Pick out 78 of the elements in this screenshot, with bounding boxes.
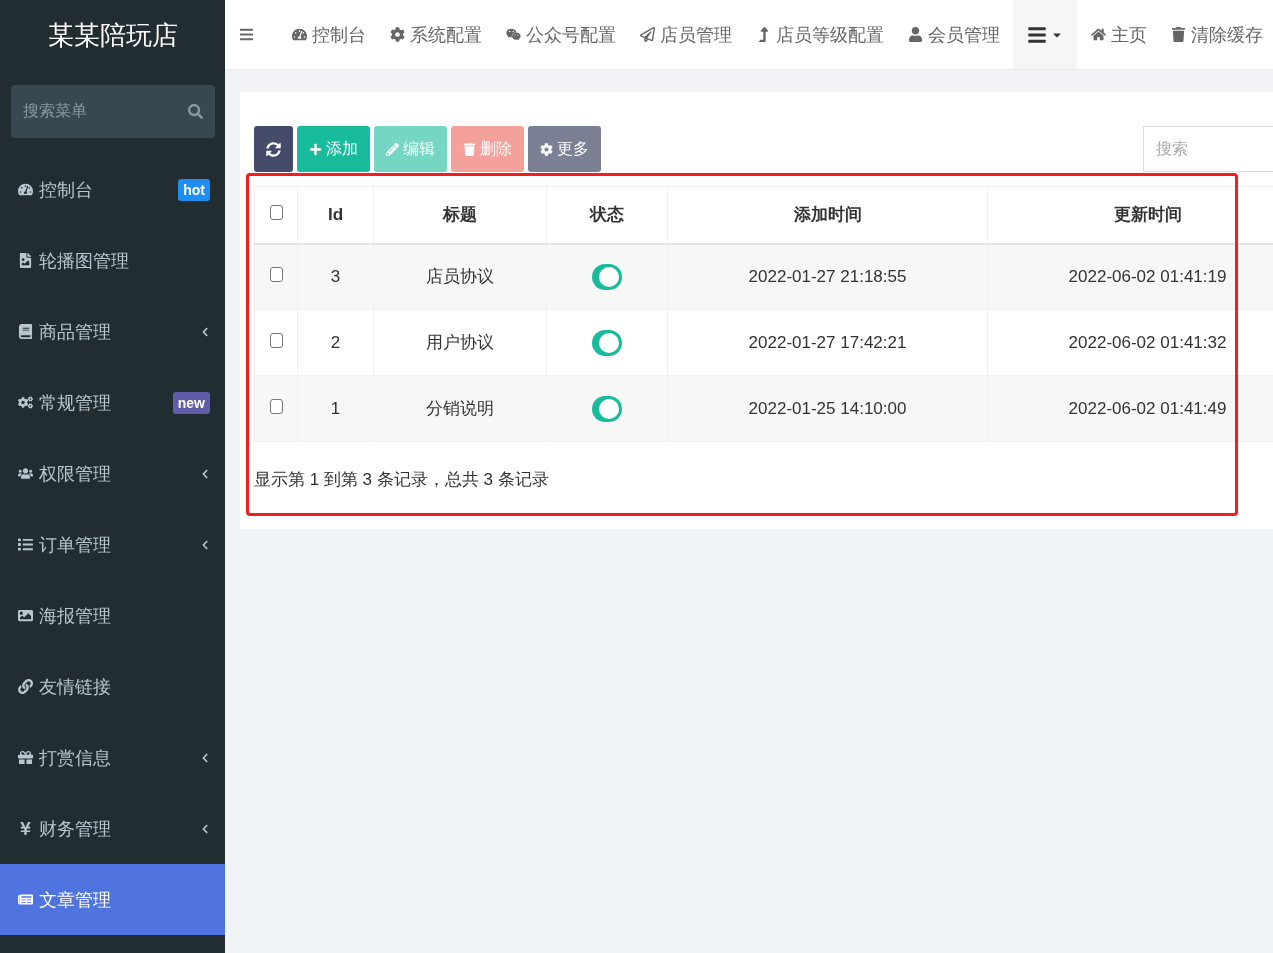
table-cell: 分销说明 [373, 375, 547, 442]
user-icon [908, 27, 923, 42]
image-file-icon [18, 253, 33, 268]
refresh-icon [266, 141, 281, 157]
picture-icon [18, 608, 33, 623]
list-icon [18, 537, 33, 552]
column-header: Id [297, 186, 374, 244]
gauge-icon [292, 27, 307, 42]
nav-link[interactable]: 清除缓存 [1161, 0, 1273, 69]
dropdown-toggle[interactable] [1013, 0, 1077, 69]
table-cell: 2022-01-25 14:10:00 [667, 375, 988, 442]
chat-icon [506, 27, 521, 42]
link-icon [18, 679, 33, 694]
nav-link[interactable]: 主页 [1077, 0, 1161, 69]
menu-icon [239, 27, 254, 42]
table-cell: 店员协议 [373, 243, 547, 310]
sidebar-item[interactable]: 文章管理 [0, 864, 225, 935]
sidebar-item[interactable]: 财务管理 [0, 793, 225, 864]
plus-icon [309, 142, 322, 156]
table-cell: 2022-06-02 01:41:19 [987, 243, 1273, 310]
search-icon [188, 104, 203, 119]
table-cell: 2022-01-27 17:42:21 [667, 309, 988, 376]
column-header: 标题 [373, 186, 547, 244]
up-arrow-icon [756, 27, 771, 42]
book-icon [18, 324, 33, 339]
nav-link[interactable]: 店员等级配置 [744, 0, 896, 69]
status-toggle[interactable] [592, 263, 622, 290]
nav-link[interactable]: 店员管理 [628, 0, 744, 69]
gift-icon [18, 750, 33, 765]
refresh-button[interactable] [254, 126, 293, 172]
column-header: 更新时间 [987, 186, 1273, 244]
pencil-icon [386, 142, 399, 156]
checkbox[interactable] [269, 398, 283, 414]
table-cell: 2022-06-02 01:41:32 [987, 309, 1273, 376]
status-toggle[interactable] [592, 395, 622, 422]
menu-icon [1027, 24, 1047, 45]
sidebar-item[interactable]: 海报管理 [0, 580, 225, 651]
nav-link[interactable]: 公众号配置 [494, 0, 628, 69]
brand-title: 某某陪玩店 [46, 18, 179, 52]
users-icon [18, 466, 33, 481]
paper-plane-icon [640, 27, 655, 42]
sidebar-item[interactable]: 订单管理 [0, 509, 225, 580]
trash-icon [1171, 27, 1186, 42]
newspaper-icon [18, 892, 33, 907]
gauge-icon [18, 182, 33, 197]
gear-icon [390, 27, 405, 42]
sidebar-item[interactable]: 商品管理 [0, 296, 225, 367]
nav-link[interactable]: 控制台 [280, 0, 378, 69]
table-cell: 用户协议 [373, 309, 547, 376]
sidebar-item[interactable]: 友情链接 [0, 651, 225, 722]
menu-search-field[interactable]: 搜索菜单 [11, 85, 215, 138]
sidebar-item[interactable]: 轮播图管理 [0, 225, 225, 296]
checkbox[interactable] [269, 332, 283, 348]
more-button[interactable]: 更多 [528, 126, 601, 172]
sidebar-item[interactable]: 打赏信息 [0, 722, 225, 793]
trash-icon [463, 142, 476, 156]
sidebar-item[interactable]: 控制台 hot [0, 154, 225, 225]
table-cell: 3 [297, 243, 374, 310]
column-header: 状态 [546, 186, 668, 244]
sidebar-item[interactable]: 权限管理 [0, 438, 225, 509]
table-cell: 2022-06-02 01:41:49 [987, 375, 1273, 442]
checkbox[interactable] [269, 204, 283, 220]
gear-icon [540, 142, 553, 156]
table-cell: 2 [297, 309, 374, 376]
nav-link[interactable]: 会员管理 [896, 0, 1012, 69]
home-icon [1091, 27, 1106, 42]
column-header: 添加时间 [667, 186, 988, 244]
checkbox[interactable] [269, 266, 283, 282]
table-cell: 1 [297, 375, 374, 442]
menu-badge: hot [178, 178, 210, 201]
yen-icon [18, 821, 33, 836]
menu-badge: new [172, 391, 210, 414]
nav-link[interactable]: 系统配置 [378, 0, 494, 69]
status-toggle[interactable] [592, 329, 622, 356]
sidebar-item[interactable]: 常规管理 new [0, 367, 225, 438]
pagination-info: 显示第 1 到第 3 条记录，总共 3 条记录 [254, 469, 550, 491]
gears-icon [18, 395, 33, 410]
table-cell: 2022-01-27 21:18:55 [667, 243, 988, 310]
